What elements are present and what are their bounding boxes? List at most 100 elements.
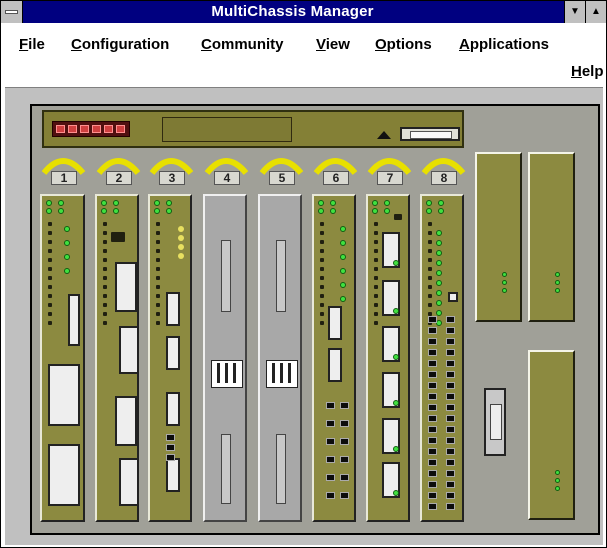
- rj-port[interactable]: [428, 437, 437, 444]
- slot-tag-1[interactable]: 1: [41, 153, 86, 187]
- slot-tag-7[interactable]: 7: [367, 153, 412, 187]
- transceiver-port[interactable]: [166, 458, 180, 492]
- rj-port[interactable]: [428, 415, 437, 422]
- rj-port[interactable]: [446, 404, 455, 411]
- rj-port[interactable]: [446, 459, 455, 466]
- slot-tag-6[interactable]: 6: [313, 153, 358, 187]
- module-card-2[interactable]: [95, 194, 139, 522]
- power-supply-module[interactable]: [528, 152, 575, 322]
- slot-tag-2[interactable]: 2: [96, 153, 141, 187]
- rj-port[interactable]: [428, 382, 437, 389]
- rj-port[interactable]: [326, 438, 335, 445]
- rj-port[interactable]: [446, 503, 455, 510]
- rj-port[interactable]: [446, 316, 455, 323]
- rj-port[interactable]: [340, 474, 349, 481]
- vendor-logo: [52, 121, 130, 137]
- system-menu-button[interactable]: [1, 1, 23, 23]
- rj-port[interactable]: [428, 426, 437, 433]
- db-connector[interactable]: [115, 262, 137, 312]
- transceiver-port[interactable]: [166, 336, 180, 370]
- rj-port[interactable]: [446, 360, 455, 367]
- serial-port[interactable]: [68, 294, 80, 346]
- rj-port[interactable]: [428, 492, 437, 499]
- rj-port[interactable]: [446, 437, 455, 444]
- rj-port[interactable]: [428, 327, 437, 334]
- module-card-1[interactable]: [40, 194, 85, 522]
- rj-port[interactable]: [446, 492, 455, 499]
- rj-port[interactable]: [340, 420, 349, 427]
- power-supply-module[interactable]: [475, 152, 522, 322]
- maximize-button[interactable]: ▲: [585, 1, 606, 23]
- power-supply-handle[interactable]: [484, 388, 506, 456]
- rj-port[interactable]: [446, 481, 455, 488]
- rj-port[interactable]: [326, 402, 335, 409]
- slot-tag-3[interactable]: 3: [149, 153, 194, 187]
- chassis-front-panel[interactable]: [42, 110, 464, 148]
- db-connector[interactable]: [119, 458, 139, 506]
- minimize-button[interactable]: ▼: [564, 1, 585, 23]
- module-card-6[interactable]: [312, 194, 356, 522]
- menu-applications[interactable]: Applications: [459, 36, 549, 53]
- rj-port[interactable]: [340, 402, 349, 409]
- rj-port[interactable]: [340, 438, 349, 445]
- rj-port[interactable]: [166, 434, 175, 441]
- rj-port[interactable]: [428, 470, 437, 477]
- menu-file[interactable]: File: [19, 36, 45, 53]
- rj-port[interactable]: [428, 371, 437, 378]
- port-indicator: [48, 303, 52, 307]
- rj-port[interactable]: [166, 444, 175, 451]
- title-bar[interactable]: MultiChassis Manager ▼ ▲: [1, 1, 606, 23]
- menu-configuration[interactable]: Configuration: [71, 36, 169, 53]
- rj-port[interactable]: [446, 327, 455, 334]
- db-connector[interactable]: [119, 326, 139, 374]
- module-card-8[interactable]: [420, 194, 464, 522]
- menu-options[interactable]: Options: [375, 36, 432, 53]
- rj-port[interactable]: [446, 393, 455, 400]
- slot-tag-8[interactable]: 8: [421, 153, 466, 187]
- rj-port[interactable]: [428, 338, 437, 345]
- rj-port[interactable]: [326, 492, 335, 499]
- rj-port[interactable]: [446, 470, 455, 477]
- rj-port[interactable]: [428, 360, 437, 367]
- module-card-7[interactable]: [366, 194, 410, 522]
- db-connector[interactable]: [115, 396, 137, 446]
- rj-port[interactable]: [428, 349, 437, 356]
- rj-port[interactable]: [446, 382, 455, 389]
- rj-port[interactable]: [446, 415, 455, 422]
- empty-slot-4[interactable]: [203, 194, 247, 522]
- fan-tray-module[interactable]: [528, 350, 575, 520]
- menu-community[interactable]: Community: [201, 36, 284, 53]
- slot-tag-5[interactable]: 5: [259, 153, 304, 187]
- rj-port[interactable]: [428, 404, 437, 411]
- slot-tag-4[interactable]: 4: [204, 153, 249, 187]
- menu-help[interactable]: Help: [571, 63, 604, 80]
- rj-port[interactable]: [326, 456, 335, 463]
- db-connector[interactable]: [48, 444, 80, 506]
- rj-port[interactable]: [428, 481, 437, 488]
- rj-port[interactable]: [446, 371, 455, 378]
- rj-port[interactable]: [428, 393, 437, 400]
- rj-port[interactable]: [340, 456, 349, 463]
- rj-port[interactable]: [340, 492, 349, 499]
- rj-port[interactable]: [326, 420, 335, 427]
- console-port[interactable]: [400, 127, 460, 141]
- rj-port[interactable]: [428, 459, 437, 466]
- menu-view[interactable]: View: [316, 36, 350, 53]
- rj-port[interactable]: [446, 349, 455, 356]
- rj-port[interactable]: [446, 338, 455, 345]
- transceiver-port[interactable]: [328, 348, 342, 382]
- rj-port[interactable]: [446, 448, 455, 455]
- rj-port[interactable]: [166, 454, 175, 461]
- rj-port[interactable]: [428, 448, 437, 455]
- rj-port[interactable]: [446, 426, 455, 433]
- rj-port[interactable]: [428, 316, 437, 323]
- console-port[interactable]: [448, 292, 458, 302]
- transceiver-port[interactable]: [166, 392, 180, 426]
- empty-slot-5[interactable]: [258, 194, 302, 522]
- module-card-3[interactable]: [148, 194, 192, 522]
- db-connector[interactable]: [48, 364, 80, 426]
- transceiver-port[interactable]: [166, 292, 180, 326]
- transceiver-port[interactable]: [328, 306, 342, 340]
- rj-port[interactable]: [326, 474, 335, 481]
- rj-port[interactable]: [428, 503, 437, 510]
